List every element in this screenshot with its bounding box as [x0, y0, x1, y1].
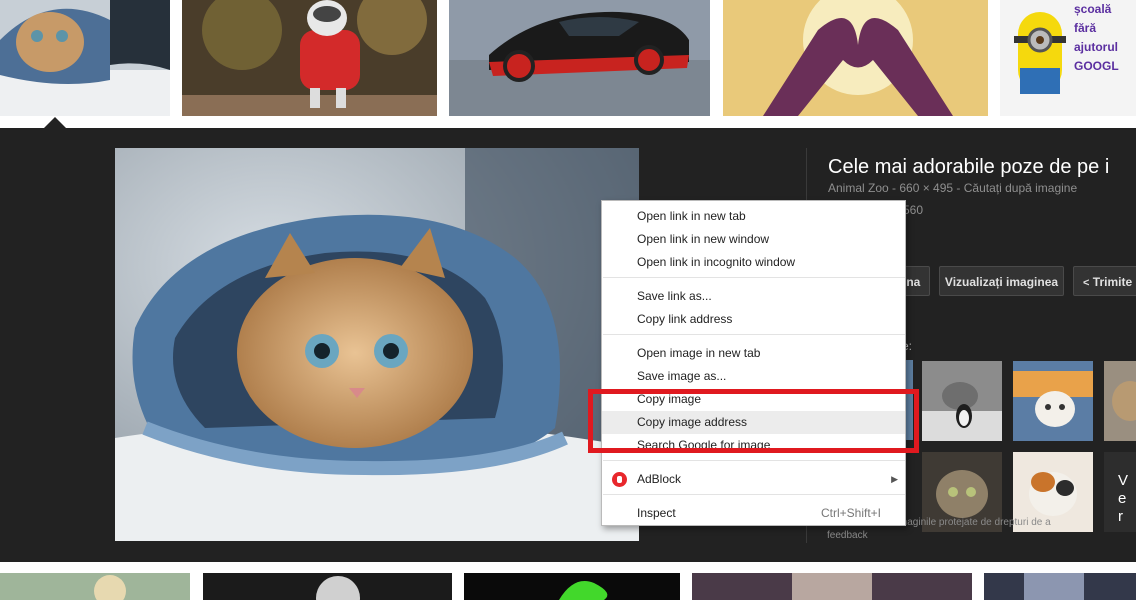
thumbnail-bottom[interactable]	[203, 573, 452, 600]
bottom-thumbnail-3-icon	[464, 573, 680, 600]
heart-hands-sunset-thumbnail-icon	[723, 0, 988, 116]
minion-caption-line: GOOGL	[1074, 59, 1119, 73]
kitten-in-jeans-thumbnail-icon	[0, 0, 170, 116]
share-icon: <	[1083, 277, 1090, 289]
menu-adblock-label: AdBlock	[637, 472, 682, 486]
view-image-button[interactable]: Vizualizați imaginea	[939, 266, 1064, 296]
menu-separator	[603, 460, 905, 461]
menu-save-image-as[interactable]: Save image as...	[602, 365, 905, 388]
related-white-kitten-thumbnail-icon	[1013, 361, 1093, 441]
image-title[interactable]: Cele mai adorabile poze de pe i	[828, 156, 1109, 179]
minion-caption-line: fără	[1074, 21, 1097, 35]
share-button[interactable]: < Trimite	[1073, 266, 1136, 296]
view-more-related[interactable]: Ve r	[1104, 452, 1136, 532]
kitten-in-jeans-image-icon	[115, 148, 639, 541]
black-red-sports-car-thumbnail-icon	[449, 0, 710, 116]
thumbnail-kitten[interactable]	[0, 0, 170, 116]
menu-separator	[603, 494, 905, 495]
menu-adblock[interactable]: AdBlock ▶	[602, 468, 905, 491]
share-button-label: Trimite	[1092, 275, 1133, 289]
menu-copy-link-address[interactable]: Copy link address	[602, 308, 905, 331]
menu-open-link-new-tab[interactable]: Open link in new tab	[602, 205, 905, 228]
menu-inspect-shortcut: Ctrl+Shift+I	[820, 506, 881, 520]
thumbnail-car[interactable]	[449, 0, 710, 116]
bottom-thumbnail-4-icon	[692, 573, 972, 600]
thumbnail-bottom[interactable]	[0, 573, 190, 600]
view-image-button-label: Vizualizați imaginea	[944, 275, 1059, 289]
image-meta-secondary: 560	[903, 203, 924, 217]
selection-pointer	[44, 117, 66, 128]
thumbnail-bottom[interactable]	[464, 573, 680, 600]
adblock-hand-icon	[617, 476, 622, 483]
strip-separator	[0, 116, 1136, 128]
menu-open-link-incognito[interactable]: Open link in incognito window	[602, 251, 905, 274]
feedback-link[interactable]: feedback	[827, 530, 868, 541]
menu-separator	[603, 334, 905, 335]
minion-caption-line: școală	[1074, 2, 1112, 16]
related-image[interactable]	[1013, 361, 1093, 441]
thumbnail-husky[interactable]	[182, 0, 437, 116]
menu-open-image-new-tab[interactable]: Open image in new tab	[602, 342, 905, 365]
related-kitten-penguin-thumbnail-icon	[922, 361, 1002, 441]
bottom-thumbnail-5-icon	[984, 573, 1136, 600]
thumbnail-heart-hands[interactable]	[723, 0, 988, 116]
related-image[interactable]	[1104, 361, 1136, 441]
context-menu: Open link in new tab Open link in new wi…	[601, 200, 906, 526]
bottom-thumbnail-2-icon	[203, 573, 452, 600]
highlight-box	[588, 389, 919, 453]
submenu-arrow-icon: ▶	[891, 474, 898, 484]
thumbnail-minion[interactable]: școală fără ajutorul GOOGL	[1000, 0, 1136, 116]
main-preview-image[interactable]	[115, 148, 639, 541]
minion-caption-line: ajutorul	[1074, 40, 1118, 54]
thumbnail-bottom[interactable]	[692, 573, 972, 600]
bottom-thumbnail-1-icon	[0, 573, 190, 600]
image-meta: Animal Zoo - 660 × 495 - Căutați după im…	[828, 181, 1078, 195]
menu-save-link-as[interactable]: Save link as...	[602, 285, 905, 308]
husky-puppy-red-hoodie-thumbnail-icon	[182, 0, 437, 116]
view-more-label: Ve r	[1118, 472, 1129, 525]
thumbnail-bottom[interactable]	[984, 573, 1136, 600]
menu-inspect-label: Inspect	[637, 506, 676, 520]
related-tabby-thumbnail-icon	[1104, 361, 1136, 441]
related-image[interactable]	[922, 361, 1002, 441]
menu-open-link-new-window[interactable]: Open link in new window	[602, 228, 905, 251]
menu-separator	[603, 277, 905, 278]
menu-inspect[interactable]: Inspect Ctrl+Shift+I	[602, 502, 905, 525]
